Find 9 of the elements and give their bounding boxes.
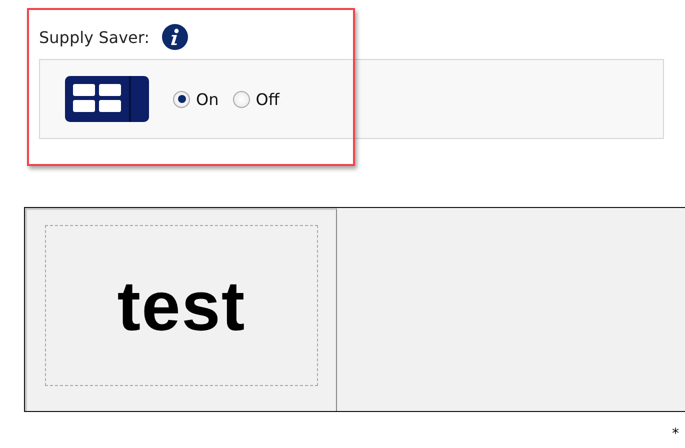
preview-text: test xyxy=(117,266,246,346)
supply-saver-icon xyxy=(65,76,149,122)
footnote-mark: * xyxy=(672,426,679,442)
info-icon[interactable] xyxy=(162,24,188,50)
radio-button[interactable] xyxy=(173,90,190,108)
radio-button[interactable] xyxy=(232,90,250,108)
setting-label: Supply Saver: xyxy=(39,28,150,46)
option-label: On xyxy=(196,90,219,108)
option-label: Off xyxy=(256,90,280,108)
